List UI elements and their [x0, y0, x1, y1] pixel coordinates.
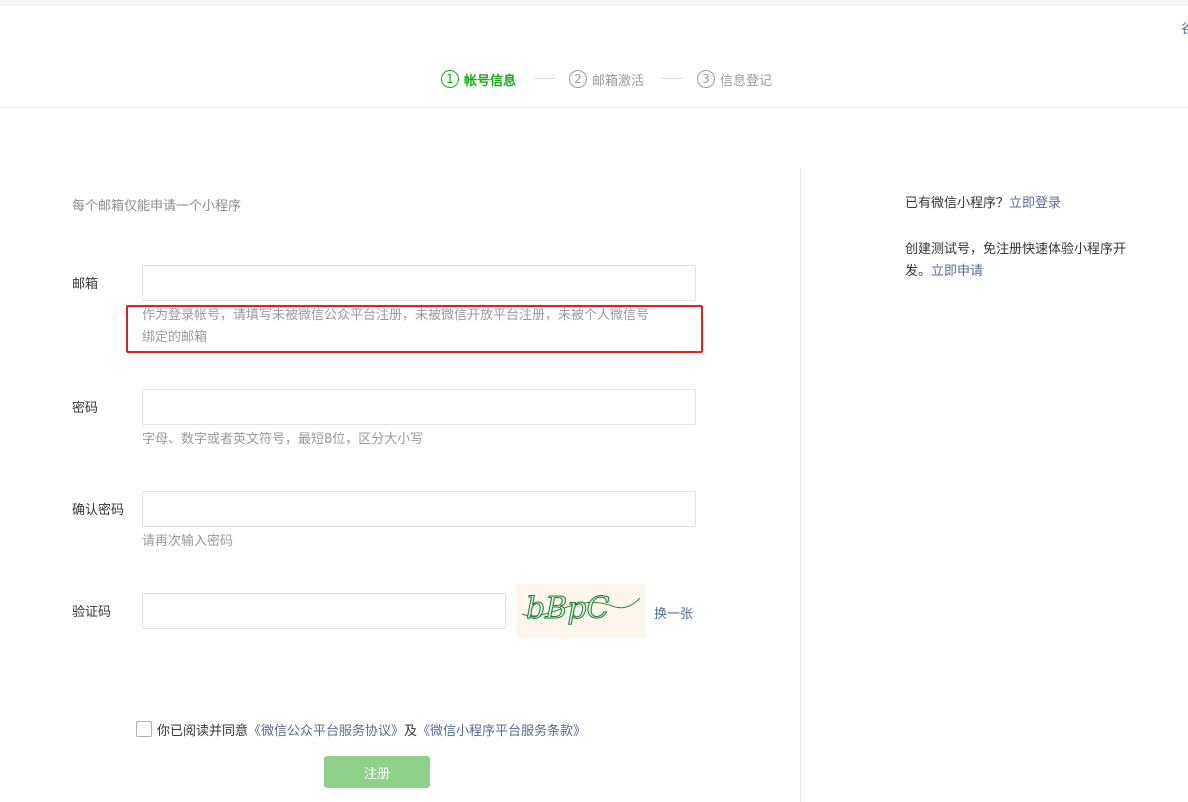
step-number-icon: 3 [697, 70, 715, 88]
step-info-registration: 3 信息登记 [697, 68, 772, 90]
agree-checkbox[interactable] [136, 721, 152, 737]
step-label: 帐号信息 [464, 73, 517, 89]
step-connector [662, 78, 682, 79]
captcha-text: bBpC [526, 591, 609, 626]
email-input[interactable] [142, 265, 696, 301]
apply-test-link[interactable]: 立即申请 [931, 264, 983, 279]
step-label: 邮箱激活 [592, 73, 645, 89]
agreement-mid: 及 [404, 723, 418, 739]
service-agreement-link[interactable]: 《微信公众平台服务协议》 [248, 720, 404, 739]
agreement-row: 你已阅读并同意 《微信公众平台服务协议》 及 《微信小程序平台服务条款》 [136, 720, 586, 739]
step-connector [535, 78, 555, 79]
confirm-password-input[interactable] [142, 491, 696, 527]
step-number-icon: 2 [569, 70, 587, 88]
login-link[interactable]: 立即登录 [1009, 196, 1061, 211]
vertical-divider [800, 168, 801, 802]
step-account-info: 1 帐号信息 [441, 68, 516, 90]
top-strip [0, 0, 1188, 6]
captcha-graphic: bBpC [521, 591, 641, 627]
corner-link[interactable]: 谷 [1181, 18, 1188, 37]
register-button[interactable]: 注册 [324, 756, 430, 788]
password-input[interactable] [142, 389, 696, 425]
step-email-activation: 2 邮箱激活 [569, 68, 644, 90]
confirm-password-hint: 请再次输入密码 [142, 534, 234, 549]
captcha-input[interactable] [142, 593, 506, 629]
miniprogram-terms-link[interactable]: 《微信小程序平台服务条款》 [417, 720, 586, 739]
agreement-prefix: 你已阅读并同意 [157, 723, 249, 739]
login-prompt: 已有微信小程序？立即登录 [905, 196, 1062, 211]
step-number-icon: 1 [441, 70, 459, 88]
form-tip: 每个邮箱仅能申请一个小程序 [72, 199, 242, 214]
password-hint: 字母、数字或者英文符号，最短8位，区分大小写 [142, 432, 424, 447]
confirm-password-label: 确认密码 [72, 503, 125, 518]
password-label: 密码 [72, 401, 99, 416]
refresh-captcha-link[interactable]: 换一张 [654, 603, 693, 622]
step-label: 信息登记 [720, 73, 773, 89]
highlight-box [126, 305, 703, 353]
test-account-prompt: 创建测试号，免注册快速体验小程序开 发。立即申请 [905, 242, 1127, 279]
step-indicator: 1 帐号信息 2 邮箱激活 3 信息登记 [0, 68, 1188, 90]
captcha-image[interactable]: bBpC [516, 584, 646, 638]
email-label: 邮箱 [72, 277, 99, 292]
header-divider [0, 107, 1188, 108]
captcha-label: 验证码 [72, 605, 112, 620]
